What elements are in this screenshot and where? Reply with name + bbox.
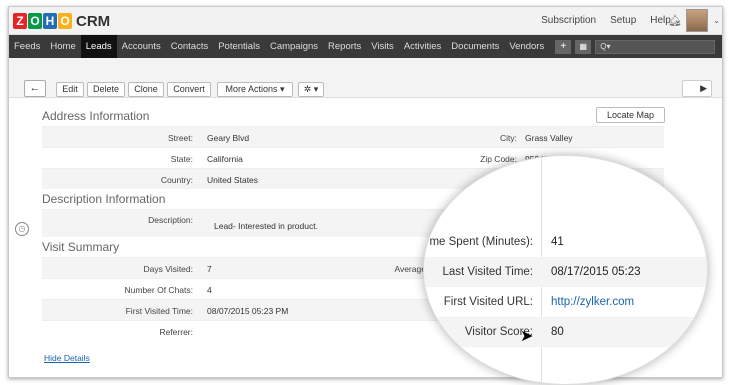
magnifier-callout: me Spent (Minutes): 41 Last Visited Time… (423, 155, 708, 385)
avatar[interactable] (686, 9, 708, 32)
record-navigation[interactable]: ▶ (682, 80, 712, 97)
first-visited-time-label: First Visited Time: (125, 306, 193, 316)
tab-home[interactable]: Home (45, 35, 80, 58)
top-links: Subscription Setup Help ⌄ (527, 15, 682, 26)
chats-label: Number Of Chats: (124, 285, 194, 295)
convert-button[interactable]: Convert (167, 82, 211, 97)
address-section-title: Address Information (42, 109, 150, 123)
first-url-link[interactable]: http://zylker.com (551, 296, 634, 308)
time-spent-label: me Spent (Minutes): (429, 236, 533, 248)
top-bar: Z O H O CRM Subscription Setup Help ⌄ 🔔︎… (9, 7, 722, 35)
description-value: Lead- Interested in product. (214, 221, 318, 231)
tab-accounts[interactable]: Accounts (117, 35, 166, 58)
table-row: First Visited URL: http://zylker.com (424, 287, 707, 317)
hide-details-link[interactable]: Hide Details (44, 353, 90, 363)
tab-visits[interactable]: Visits (366, 35, 399, 58)
first-url-label: First Visited URL: (443, 296, 533, 308)
days-visited-label: Days Visited: (143, 264, 193, 274)
record-toolbar: ← Edit Delete Clone Convert More Actions… (9, 58, 722, 98)
zoho-logo[interactable]: Z O H O CRM (13, 12, 110, 30)
locate-map-button[interactable]: Locate Map (596, 107, 665, 123)
time-spent-value: 41 (551, 236, 564, 248)
mouse-cursor-icon: ➤ (520, 328, 534, 345)
tab-activities[interactable]: Activities (399, 35, 446, 58)
setup-link[interactable]: Setup (610, 15, 636, 26)
description-section-title: Description Information (42, 192, 166, 206)
table-row: Last Visited Time: 08/17/2015 05:23 (424, 257, 707, 287)
city-value: Grass Valley (525, 133, 573, 143)
settings-menu-button[interactable]: ✲ ▾ (298, 82, 324, 97)
edit-button[interactable]: Edit (56, 82, 84, 97)
plus-icon[interactable]: + (555, 39, 572, 54)
more-actions-button[interactable]: More Actions ▾ (217, 82, 293, 97)
visit-section-title: Visit Summary (42, 240, 120, 254)
logo-letter: O (58, 13, 72, 29)
last-visited-value: 08/17/2015 05:23 (551, 266, 641, 278)
country-label: Country: (160, 175, 193, 185)
tab-reports[interactable]: Reports (323, 35, 366, 58)
logo-letter: H (43, 13, 57, 29)
logo-letter: O (28, 13, 42, 29)
street-value: Geary Blvd (207, 133, 250, 143)
calendar-icon[interactable]: ▦ (575, 39, 592, 54)
country-value: United States (207, 175, 259, 185)
visitor-score-value: 80 (551, 326, 564, 338)
tab-contacts[interactable]: Contacts (166, 35, 214, 58)
tab-potentials[interactable]: Potentials (213, 35, 265, 58)
next-record-icon[interactable]: ▶ (700, 83, 707, 94)
table-row: Visitor Score: 80 (424, 317, 707, 347)
state-value: California (207, 154, 243, 164)
back-button[interactable]: ← (24, 80, 46, 97)
main-nav: Feeds Home Leads Accounts Contacts Poten… (9, 35, 722, 58)
tab-campaigns[interactable]: Campaigns (265, 35, 323, 58)
delete-button[interactable]: Delete (87, 82, 125, 97)
description-label: Description: (148, 215, 193, 225)
street-label: Street: (167, 133, 193, 143)
subscription-link[interactable]: Subscription (541, 15, 596, 26)
city-label: City: (500, 133, 517, 143)
state-label: State: (170, 154, 193, 164)
table-row: me Spent (Minutes): 41 (424, 227, 707, 257)
chevron-down-icon[interactable]: ⌄ (713, 16, 720, 25)
table-row: Street: Geary Blvd City: Grass Valley (42, 126, 664, 147)
app-name: CRM (76, 12, 111, 30)
bell-icon[interactable]: 🔔︎ (668, 14, 682, 27)
clock-icon[interactable]: ◷ (15, 222, 29, 236)
tab-feeds[interactable]: Feeds (9, 35, 45, 58)
tab-documents[interactable]: Documents (446, 35, 504, 58)
days-visited-value: 7 (207, 264, 212, 274)
zip-label: Zip Code: (480, 154, 517, 164)
tab-leads[interactable]: Leads (80, 35, 117, 58)
search-input[interactable]: Q▾ (595, 39, 716, 54)
tab-vendors[interactable]: Vendors (504, 35, 549, 58)
clone-button[interactable]: Clone (128, 82, 164, 97)
first-visited-time-value: 08/07/2015 05:23 PM (207, 306, 289, 316)
chats-value: 4 (207, 285, 212, 295)
referrer-label: Referrer: (159, 327, 193, 337)
logo-letter: Z (13, 13, 27, 29)
last-visited-label: Last Visited Time: (442, 266, 533, 278)
